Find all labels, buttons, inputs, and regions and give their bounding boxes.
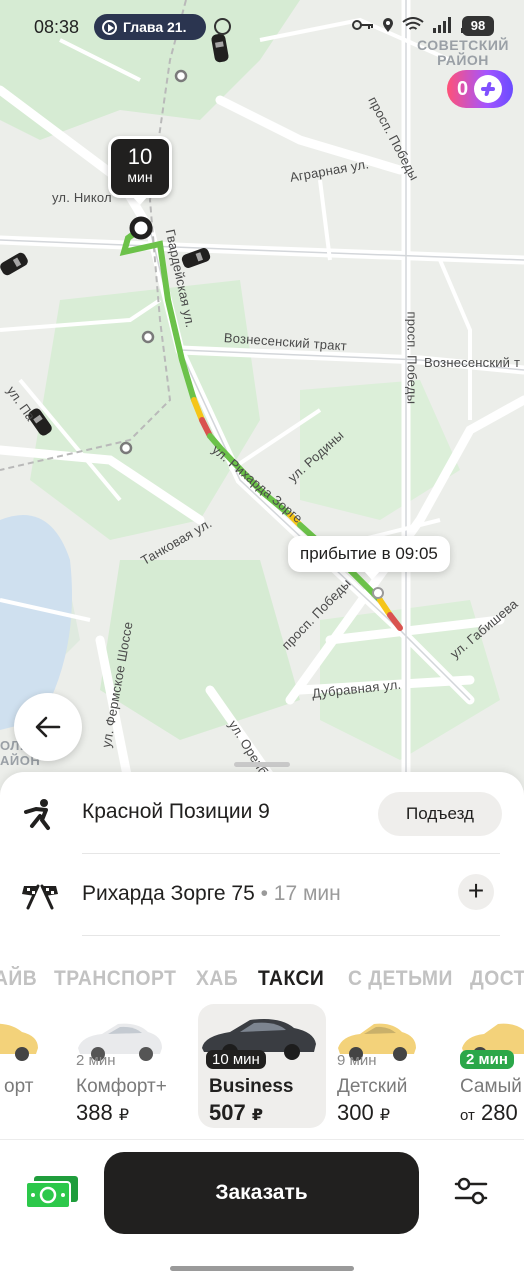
signal-icon <box>433 17 451 33</box>
tariff-card-kids[interactable]: 9 мин Детский 300 ₽ <box>332 1004 460 1128</box>
tariff-price: 507 ₽ <box>209 1100 263 1125</box>
wifi-icon <box>402 17 424 30</box>
car-image <box>0 1023 38 1061</box>
battery-indicator: 98 <box>462 16 494 36</box>
system-icons <box>352 17 480 33</box>
tab-drive[interactable]: АЙВ <box>0 967 37 991</box>
plus-icon <box>474 75 503 103</box>
tariff-eta: 2 мин <box>76 1052 116 1069</box>
whatsapp-icon <box>214 18 231 35</box>
order-sheet: Красной Позиции 9 Подъезд Рихарда Зорге … <box>0 772 524 1280</box>
entrance-button[interactable]: Подъезд <box>378 792 502 836</box>
navigation-pill[interactable]: Глава 21. <box>94 14 206 40</box>
status-time: 08:38 <box>34 17 80 37</box>
tariff-price: 388 ₽ <box>76 1100 130 1125</box>
order-button[interactable]: Заказать <box>104 1152 419 1234</box>
sheet-grabber[interactable] <box>234 762 290 767</box>
tab-kids[interactable]: С ДЕТЬМИ <box>348 967 453 991</box>
tariff-list: орт 2 мин Комфорт+ 388 ₽ 10 мин Business… <box>0 1004 524 1132</box>
play-icon <box>102 19 117 35</box>
tab-taxi[interactable]: ТАКСИ <box>258 967 324 991</box>
plus-points-badge[interactable]: 0 <box>447 70 513 108</box>
order-bar: Заказать <box>0 1140 524 1280</box>
tariff-name: Business <box>209 1076 294 1097</box>
back-button[interactable] <box>14 693 82 761</box>
street-label: Вознесенский т <box>424 355 521 370</box>
finish-flags-icon <box>22 884 58 910</box>
tariff-name: орт <box>4 1076 34 1097</box>
arrow-left-icon <box>35 716 61 738</box>
tariff-name: Комфорт+ <box>76 1076 167 1097</box>
tariff-card-business[interactable]: 10 мин Business 507 ₽ <box>198 1004 326 1128</box>
tariff-price: 300 ₽ <box>337 1100 391 1125</box>
arrival-time-bubble: прибытие в 09:05 <box>288 536 450 572</box>
destination-duration: • 17 мин <box>254 882 341 905</box>
cash-icon[interactable] <box>24 1174 80 1210</box>
destination-text: Рихарда Зорге 75 • 17 мин <box>82 882 341 906</box>
pickup-address: Красной Позиции 9 <box>82 800 270 823</box>
pickup-eta-unit: мин <box>127 169 153 185</box>
destination-row[interactable]: Рихарда Зорге 75 • 17 мин + <box>0 854 524 936</box>
sliders-icon[interactable] <box>454 1177 488 1205</box>
tariff-price: от 280 <box>460 1100 518 1125</box>
pickup-eta-badge: 10 мин <box>108 136 172 198</box>
map[interactable]: СОВЕТСКИЙ РАЙОН ОЛ. АЙОН ул. Никол Гвард… <box>0 0 524 790</box>
add-stop-button[interactable]: + <box>458 874 494 910</box>
street-label: ул. Никол <box>52 190 112 205</box>
tariff-card-cheapest[interactable]: 2 мин Самый от 280 <box>456 1004 524 1128</box>
home-indicator <box>170 1266 354 1271</box>
map-canvas <box>0 0 524 790</box>
tariff-card-comfort-plus[interactable]: 2 мин Комфорт+ 388 ₽ <box>70 1004 198 1128</box>
category-tabs: АЙВ ТРАНСПОРТ ХАБ ТАКСИ С ДЕТЬМИ ДОСТ <box>0 967 524 997</box>
plus-points-value: 0 <box>457 77 469 100</box>
tariff-name: Самый <box>460 1076 522 1097</box>
tariff-eta: 9 мин <box>337 1052 377 1069</box>
destination-address: Рихарда Зорге 75 <box>82 882 255 905</box>
tab-transport[interactable]: ТРАНСПОРТ <box>54 967 176 991</box>
tariff-card-comfort[interactable]: орт <box>0 1004 74 1128</box>
navigation-pill-label: Глава 21. <box>123 19 187 35</box>
tab-hub[interactable]: ХАБ <box>196 967 238 991</box>
key-icon <box>352 20 373 30</box>
pickup-eta-value: 10 <box>127 144 153 169</box>
divider <box>82 935 500 936</box>
walking-person-icon <box>24 799 50 830</box>
street-label: просп. Победы <box>404 311 420 405</box>
tariff-eta: 10 мин <box>206 1050 266 1069</box>
tariff-name: Детский <box>337 1076 408 1097</box>
status-bar: 08:38 Глава 21. 98 <box>0 0 524 54</box>
location-icon <box>383 18 393 32</box>
tab-delivery[interactable]: ДОСТ <box>470 967 524 991</box>
pickup-row[interactable]: Красной Позиции 9 Подъезд <box>0 772 524 854</box>
tariff-eta: 2 мин <box>460 1050 514 1069</box>
pickup-eta-tail <box>132 196 148 205</box>
arrival-bubble-tail <box>364 571 380 580</box>
